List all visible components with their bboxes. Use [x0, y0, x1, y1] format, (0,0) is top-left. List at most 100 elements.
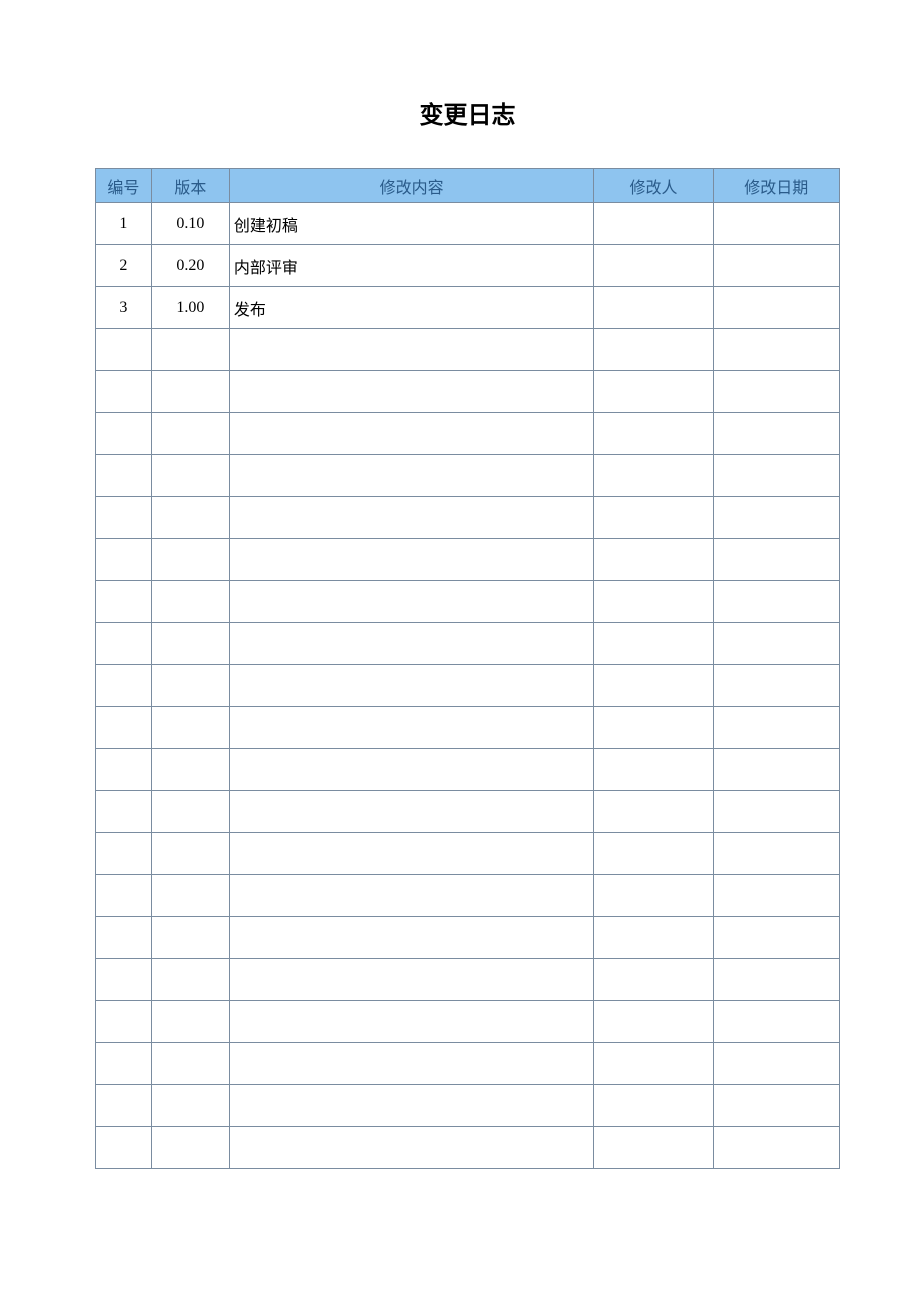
cell-no — [96, 413, 152, 455]
header-content: 修改内容 — [229, 169, 594, 203]
cell-version — [151, 665, 229, 707]
table-row — [96, 623, 840, 665]
cell-content — [229, 875, 594, 917]
cell-version — [151, 455, 229, 497]
cell-modifier — [594, 749, 713, 791]
cell-date — [713, 539, 840, 581]
cell-date — [713, 1127, 840, 1169]
cell-version — [151, 1127, 229, 1169]
cell-version — [151, 707, 229, 749]
table-row — [96, 875, 840, 917]
cell-content — [229, 371, 594, 413]
cell-content: 创建初稿 — [229, 203, 594, 245]
cell-modifier — [594, 791, 713, 833]
cell-content — [229, 413, 594, 455]
cell-no — [96, 497, 152, 539]
cell-date — [713, 413, 840, 455]
page-title: 变更日志 — [95, 95, 840, 130]
cell-version — [151, 581, 229, 623]
cell-content — [229, 1001, 594, 1043]
cell-date — [713, 1001, 840, 1043]
cell-modifier — [594, 539, 713, 581]
cell-content — [229, 707, 594, 749]
cell-date — [713, 455, 840, 497]
cell-modifier — [594, 413, 713, 455]
table-row — [96, 1001, 840, 1043]
table-row — [96, 1085, 840, 1127]
cell-content — [229, 665, 594, 707]
cell-version — [151, 875, 229, 917]
cell-version: 0.10 — [151, 203, 229, 245]
cell-content — [229, 623, 594, 665]
cell-no — [96, 665, 152, 707]
table-row — [96, 749, 840, 791]
cell-content — [229, 539, 594, 581]
cell-no — [96, 707, 152, 749]
cell-version — [151, 413, 229, 455]
table-row — [96, 707, 840, 749]
cell-no — [96, 959, 152, 1001]
table-row — [96, 665, 840, 707]
table-row — [96, 1043, 840, 1085]
cell-no: 1 — [96, 203, 152, 245]
cell-no — [96, 875, 152, 917]
table-row — [96, 581, 840, 623]
cell-content — [229, 959, 594, 1001]
cell-modifier — [594, 1085, 713, 1127]
cell-date — [713, 959, 840, 1001]
cell-content: 发布 — [229, 287, 594, 329]
header-version: 版本 — [151, 169, 229, 203]
cell-version — [151, 917, 229, 959]
cell-content — [229, 1085, 594, 1127]
cell-version — [151, 1001, 229, 1043]
cell-content: 内部评审 — [229, 245, 594, 287]
cell-no — [96, 1085, 152, 1127]
cell-date — [713, 497, 840, 539]
cell-no — [96, 455, 152, 497]
cell-modifier — [594, 329, 713, 371]
cell-version — [151, 1085, 229, 1127]
cell-no: 2 — [96, 245, 152, 287]
cell-modifier — [594, 1127, 713, 1169]
cell-no — [96, 791, 152, 833]
cell-date — [713, 623, 840, 665]
cell-content — [229, 749, 594, 791]
cell-modifier — [594, 959, 713, 1001]
table-header-row: 编号 版本 修改内容 修改人 修改日期 — [96, 169, 840, 203]
header-no: 编号 — [96, 169, 152, 203]
cell-version — [151, 539, 229, 581]
cell-content — [229, 833, 594, 875]
cell-version — [151, 749, 229, 791]
table-row: 20.20内部评审 — [96, 245, 840, 287]
cell-content — [229, 917, 594, 959]
cell-no — [96, 833, 152, 875]
cell-no — [96, 1001, 152, 1043]
table-row — [96, 329, 840, 371]
cell-date — [713, 287, 840, 329]
cell-content — [229, 329, 594, 371]
table-row — [96, 959, 840, 1001]
cell-no — [96, 1043, 152, 1085]
cell-version — [151, 833, 229, 875]
cell-modifier — [594, 917, 713, 959]
cell-content — [229, 1127, 594, 1169]
cell-version — [151, 329, 229, 371]
cell-no — [96, 581, 152, 623]
cell-no — [96, 329, 152, 371]
cell-version — [151, 791, 229, 833]
cell-modifier — [594, 833, 713, 875]
cell-no — [96, 623, 152, 665]
cell-modifier — [594, 245, 713, 287]
cell-date — [713, 329, 840, 371]
table-row — [96, 833, 840, 875]
cell-modifier — [594, 1001, 713, 1043]
changelog-table: 编号 版本 修改内容 修改人 修改日期 10.10创建初稿20.20内部评审31… — [95, 168, 840, 1169]
cell-version — [151, 959, 229, 1001]
table-row: 10.10创建初稿 — [96, 203, 840, 245]
cell-modifier — [594, 203, 713, 245]
table-row — [96, 413, 840, 455]
cell-modifier — [594, 707, 713, 749]
cell-content — [229, 791, 594, 833]
cell-date — [713, 371, 840, 413]
cell-modifier — [594, 665, 713, 707]
